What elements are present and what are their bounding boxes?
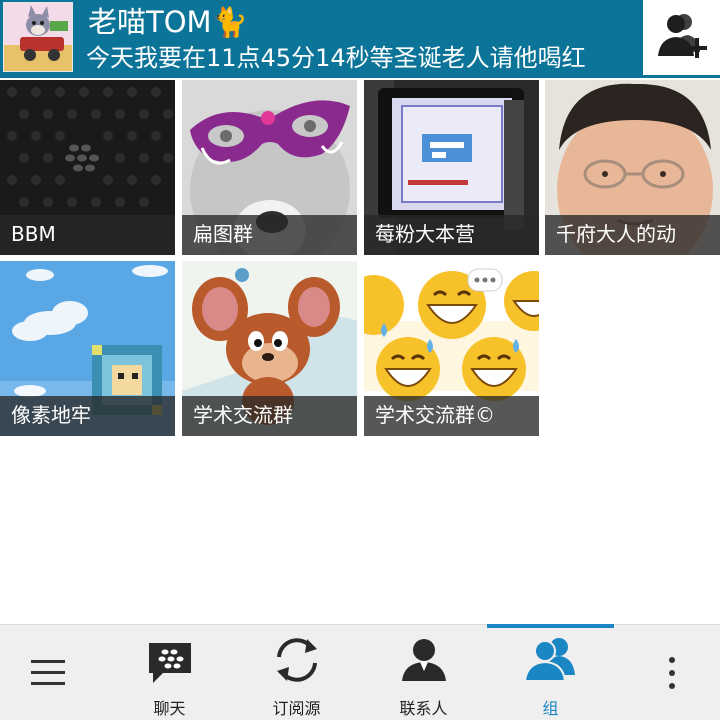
tab-chat[interactable]: 聊天 bbox=[106, 625, 233, 720]
group-icon bbox=[523, 635, 579, 687]
group-name: 学术交流群 bbox=[193, 403, 293, 427]
group-name: 千府大人的动 bbox=[556, 222, 676, 246]
group-tile-academic-1[interactable]: 学术交流群 bbox=[182, 261, 357, 436]
bbm-chat-icon bbox=[147, 641, 193, 689]
group-name: 莓粉大本营 bbox=[375, 222, 475, 246]
group-name: 像素地牢 bbox=[11, 403, 91, 427]
group-tile-biantu[interactable]: 扁图群 bbox=[182, 80, 357, 255]
add-contact-button[interactable] bbox=[643, 0, 720, 76]
group-tile-qianfu[interactable]: 千府大人的动 bbox=[545, 80, 720, 255]
profile-status-message: 今天我要在11点45分14秒等圣诞老人请他喝红 bbox=[86, 44, 586, 72]
group-tile-meifen[interactable]: 莓粉大本营 bbox=[364, 80, 539, 255]
tom-cat-avatar-icon[interactable] bbox=[3, 2, 73, 72]
group-tile-bbm[interactable]: BBM bbox=[0, 80, 175, 255]
add-contact-icon bbox=[654, 8, 710, 68]
status-fade-overlay bbox=[600, 40, 643, 74]
group-tile-academic-2[interactable]: 学术交流群© bbox=[364, 261, 539, 436]
tab-label: 组 bbox=[542, 699, 559, 718]
overflow-menu-icon bbox=[668, 657, 676, 693]
refresh-icon bbox=[271, 635, 323, 689]
tab-feeds[interactable]: 订阅源 bbox=[233, 625, 360, 720]
more-options-button[interactable] bbox=[624, 625, 720, 720]
tab-label: 联系人 bbox=[399, 699, 448, 718]
menu-button[interactable] bbox=[0, 625, 96, 720]
tab-label: 订阅源 bbox=[272, 699, 321, 718]
header: 老喵TOM🐈 今天我要在11点45分14秒等圣诞老人请他喝红 bbox=[0, 0, 720, 78]
group-name: 学术交流群© bbox=[375, 403, 495, 427]
group-name: 扁图群 bbox=[193, 222, 253, 246]
tab-contacts[interactable]: 联系人 bbox=[360, 625, 487, 720]
header-underline bbox=[0, 75, 720, 78]
group-name: BBM bbox=[11, 222, 56, 246]
contact-icon bbox=[400, 635, 448, 687]
hamburger-menu-icon bbox=[31, 659, 65, 691]
tab-groups[interactable]: 组 bbox=[487, 625, 614, 720]
bottom-navigation-bar: 聊天 订阅源 联系人 组 bbox=[0, 624, 720, 720]
header-profile-bar[interactable]: 老喵TOM🐈 今天我要在11点45分14秒等圣诞老人请他喝红 bbox=[0, 0, 643, 76]
profile-name: 老喵TOM🐈 bbox=[88, 5, 248, 39]
active-tab-indicator bbox=[487, 624, 614, 628]
tab-label: 聊天 bbox=[153, 699, 186, 718]
group-tile-pixel-dungeon[interactable]: 像素地牢 bbox=[0, 261, 175, 436]
